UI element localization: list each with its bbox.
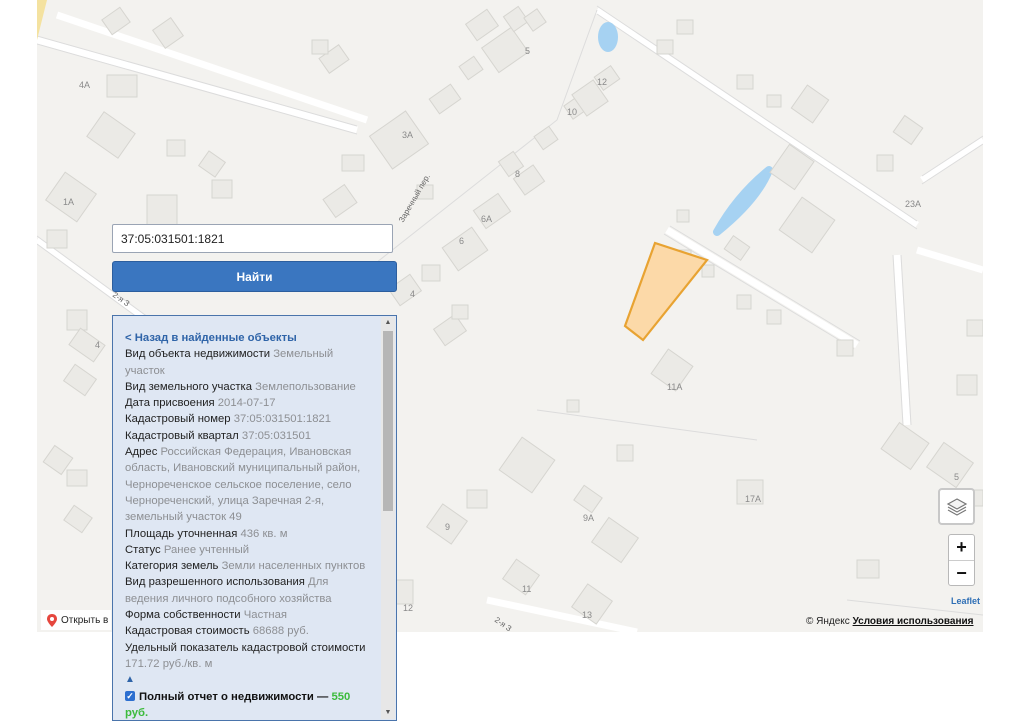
object-info-content: < Назад в найденные объекты Вид объекта … — [125, 330, 369, 720]
house-number-label: 4А — [79, 80, 90, 90]
back-to-results-link[interactable]: < Назад в найденные объекты — [125, 330, 369, 346]
info-field-label: Вид объекта недвижимости — [125, 348, 271, 361]
info-field-label: Вид земельного участка — [125, 380, 252, 393]
street-label: 2-я З — [493, 615, 513, 632]
house-number-label: 12 — [403, 603, 413, 613]
house-number-label: 17А — [745, 494, 761, 504]
house-number-label: 10 — [567, 107, 577, 117]
scrollbar-thumb[interactable] — [383, 331, 393, 511]
info-field-value: 2014-07-17 — [217, 397, 276, 410]
info-field: Кадастровый номер 37:05:031501:1821 — [125, 411, 369, 427]
house-number-label: 1А — [63, 197, 74, 207]
house-number-label: 13 — [582, 610, 592, 620]
object-info-panel[interactable]: < Назад в найденные объекты Вид объекта … — [112, 315, 397, 721]
house-number-label: 5 — [954, 472, 959, 482]
house-number-label: 3А — [402, 130, 413, 140]
map-pin-icon — [47, 613, 57, 627]
info-field: Кадастровая стоимость 68688 руб. — [125, 623, 369, 639]
info-field-label: Кадастровый номер — [125, 413, 231, 426]
info-field: Площадь уточненная 436 кв. м — [125, 526, 369, 542]
zoom-control: + − — [948, 534, 975, 586]
info-field-value: Земли населенных пунктов — [221, 560, 366, 573]
leaflet-link[interactable]: Leaflet — [951, 596, 980, 606]
info-field: Адрес Российская Федерация, Ивановская о… — [125, 444, 369, 525]
find-button[interactable]: Найти — [112, 261, 397, 292]
info-field: Вид объекта недвижимости Земельный участ… — [125, 346, 369, 379]
info-field-label: Удельный показатель кадастровой стоимост… — [125, 641, 366, 654]
house-number-label: 5 — [525, 46, 530, 56]
info-field-label: Кадастровая стоимость — [125, 625, 250, 638]
zoom-out-button[interactable]: − — [949, 561, 974, 586]
report-label: Полный отчет о недвижимости — — [139, 690, 329, 703]
house-number-label: 9 — [445, 522, 450, 532]
info-field-value: 171.72 руб./кв. м — [125, 657, 213, 670]
checkbox-checked-icon[interactable]: ✓ — [125, 690, 135, 701]
terms-of-use-link[interactable]: Условия использования — [853, 616, 974, 627]
info-field-label: Площадь уточненная — [125, 527, 238, 540]
house-number-label: 4 — [95, 340, 100, 350]
map-attribution: © Яндекс Условия использования — [806, 616, 974, 627]
pond — [598, 22, 618, 52]
scroll-up-icon[interactable]: ▲ — [381, 317, 395, 329]
panel-scrollbar[interactable]: ▲ ▼ — [381, 317, 395, 719]
collapse-icon[interactable]: ▲ — [125, 672, 369, 688]
full-report-option[interactable]: ✓ Полный отчет о недвижимости — 550 руб. — [125, 689, 369, 720]
info-field-label: Кадастровый квартал — [125, 429, 239, 442]
scroll-down-icon[interactable]: ▼ — [381, 707, 395, 719]
zoom-in-button[interactable]: + — [949, 535, 974, 561]
info-field-label: Вид разрешенного использования — [125, 576, 305, 589]
info-field: Дата присвоения 2014-07-17 — [125, 395, 369, 411]
info-field-value: Ранее учтенный — [163, 543, 250, 556]
info-field-label: Адрес — [125, 446, 158, 459]
house-number-label: 11 — [522, 584, 531, 594]
info-field-value: Землепользование — [255, 380, 356, 393]
info-field-label: Статус — [125, 543, 161, 556]
house-number-label: 9А — [583, 513, 594, 523]
layers-icon — [946, 497, 967, 516]
info-field-label: Форма собственности — [125, 609, 241, 622]
info-field-value: Российская Федерация, Ивановская область… — [125, 446, 361, 524]
info-field-value: 37:05:031501:1821 — [233, 413, 332, 426]
open-in-label: Открыть в — [61, 614, 109, 626]
info-field: Категория земель Земли населенных пункто… — [125, 558, 369, 574]
house-number-label: 11А — [667, 382, 682, 392]
info-field: Форма собственности Частная — [125, 607, 369, 623]
house-number-label: 12 — [597, 77, 607, 87]
layers-button[interactable] — [938, 488, 975, 525]
house-number-label: 23А — [905, 199, 921, 209]
house-number-label: 4 — [410, 289, 415, 299]
info-field-label: Категория земель — [125, 560, 219, 573]
info-field-value: 37:05:031501 — [241, 429, 312, 442]
cadastral-search-input[interactable] — [112, 224, 393, 253]
attribution-prefix: © Яндекс — [806, 616, 850, 627]
house-number-label: 6А — [481, 214, 492, 224]
house-number-label: 8 — [515, 169, 520, 179]
info-field: Кадастровый квартал 37:05:031501 — [125, 428, 369, 444]
stream — [713, 166, 773, 236]
info-field-value: 436 кв. м — [240, 527, 288, 540]
info-field: Вид разрешенного использования Для веден… — [125, 574, 369, 607]
info-field-value: 68688 руб. — [252, 625, 309, 638]
open-in-yandex-button[interactable]: Открыть в — [41, 610, 111, 630]
cadastral-parcel — [623, 241, 709, 342]
info-field: Удельный показатель кадастровой стоимост… — [125, 640, 369, 673]
house-number-label: 6 — [459, 236, 464, 246]
info-field: Статус Ранее учтенный — [125, 542, 369, 558]
info-field-label: Дата присвоения — [125, 397, 215, 410]
info-field: Вид земельного участка Землепользование — [125, 379, 369, 395]
info-field-value: Частная — [243, 609, 288, 622]
